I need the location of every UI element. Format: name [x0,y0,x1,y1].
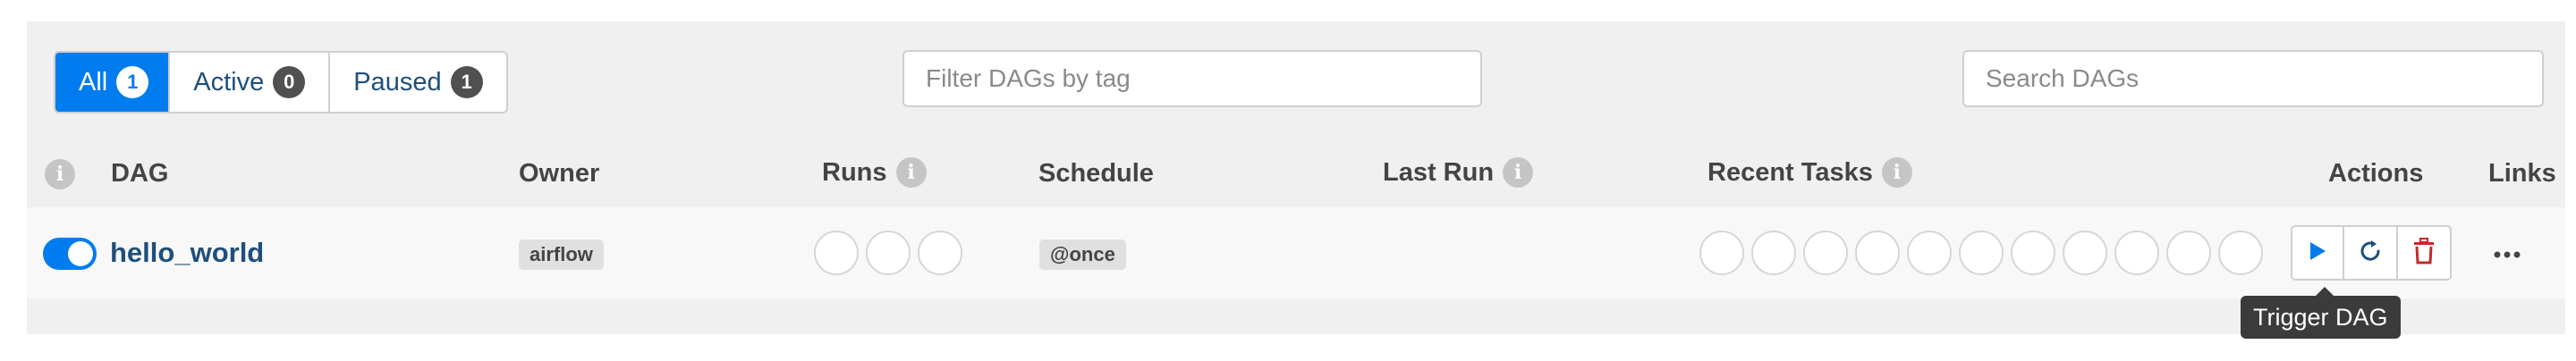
dag-id-link[interactable]: hello_world [110,237,264,269]
task-state-circle[interactable] [1855,231,1900,275]
runs-info-icon[interactable]: i [895,157,927,188]
filter-all-button[interactable]: All 1 [55,53,169,112]
tag-filter-input[interactable] [902,50,1482,107]
task-state-circle[interactable] [2114,231,2159,275]
filter-active-button[interactable]: Active 0 [168,53,328,112]
task-state-circle[interactable] [2063,231,2107,275]
task-state-circle[interactable] [2166,231,2211,275]
task-state-circle[interactable] [2218,231,2263,275]
status-filter: All 1 Active 0 Paused 1 [54,51,508,113]
trash-icon [2413,237,2435,269]
ellipsis-icon [2494,247,2521,263]
filter-active-count-badge: 0 [273,66,306,98]
header-runs-label: Runs [822,157,887,187]
header-last-run: Last Run i [1383,157,1534,188]
refresh-dag-button[interactable] [2344,225,2398,281]
task-state-circle[interactable] [1751,231,1796,275]
task-state-circle[interactable] [2011,231,2055,275]
header-recent-tasks-label: Recent Tasks [1707,157,1873,187]
trigger-dag-tooltip: Trigger DAG [2241,287,2401,339]
dag-runs-status [814,231,962,275]
schedule-tag[interactable]: @once [1039,239,1126,270]
filter-paused-button[interactable]: Paused 1 [328,53,505,112]
header-last-run-label: Last Run [1383,157,1495,187]
header-owner[interactable]: Owner [519,159,599,189]
filter-paused-count-badge: 1 [450,66,483,98]
links-menu-button[interactable] [2492,239,2522,270]
delete-dag-button[interactable] [2398,225,2452,281]
task-state-circle[interactable] [1699,231,1744,275]
info-icon[interactable]: i [45,159,75,189]
refresh-icon [2357,238,2384,269]
header-schedule: Schedule [1038,159,1154,188]
filter-all-label: All [79,67,108,97]
header-recent-tasks: Recent Tasks i [1707,157,1912,188]
dag-actions [2291,225,2452,281]
last-run-info-icon[interactable]: i [1503,157,1534,188]
header-links: Links [2488,159,2556,188]
filter-paused-label: Paused [353,67,442,97]
dag-pause-toggle[interactable] [43,238,97,270]
owner-tag[interactable]: airflow [519,239,604,270]
run-state-circle[interactable] [866,231,911,275]
play-icon [2309,241,2326,265]
recent-tasks-status [1699,231,2263,275]
run-state-circle[interactable] [918,231,962,275]
header-actions: Actions [2328,159,2424,188]
recent-tasks-info-icon[interactable]: i [1881,157,1912,188]
run-state-circle[interactable] [814,231,859,275]
filter-active-label: Active [193,67,265,97]
header-info: i [45,159,75,189]
task-state-circle[interactable] [1907,231,1952,275]
filter-all-count-badge: 1 [116,66,149,98]
task-state-circle[interactable] [1959,231,2004,275]
task-state-circle[interactable] [1803,231,1848,275]
search-input[interactable] [1962,50,2544,107]
trigger-dag-button[interactable] [2291,225,2344,281]
header-runs: Runs i [822,157,927,188]
header-dag[interactable]: DAG [111,159,168,189]
